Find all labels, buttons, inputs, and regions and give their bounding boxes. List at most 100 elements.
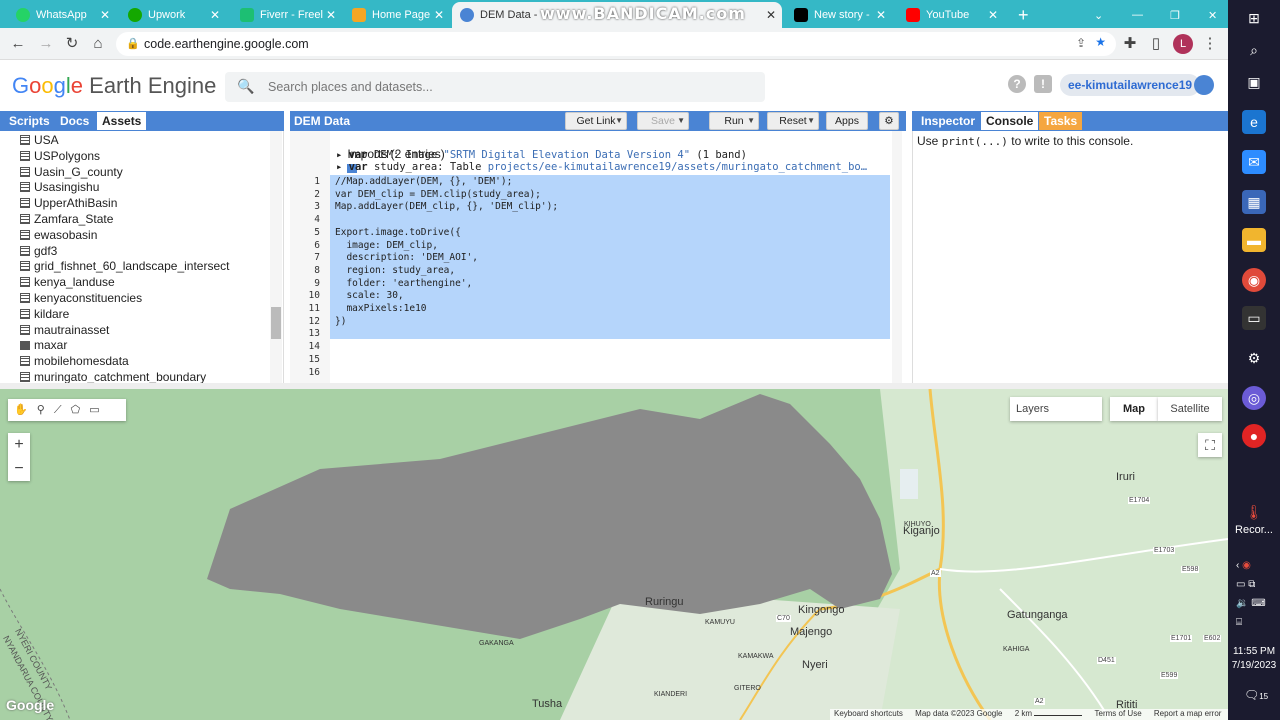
feedback-icon[interactable]: ! xyxy=(1034,75,1052,93)
apps-button[interactable]: Apps xyxy=(826,112,868,130)
close-icon[interactable]: ✕ xyxy=(988,8,998,22)
asset-item[interactable]: UpperAthiBasin xyxy=(20,196,117,212)
asset-item[interactable]: grid_fishnet_60_landscape_intersect xyxy=(20,259,229,275)
tab-assets[interactable]: Assets xyxy=(97,112,147,130)
import-line-dem[interactable]: ▸ var DEM: Image "SRTM Digital Elevation… xyxy=(336,149,747,161)
close-icon[interactable]: ✕ xyxy=(766,8,776,22)
user-account[interactable]: ee-kimutailawrence19 xyxy=(1060,74,1201,96)
forward-arrow-icon[interactable]: → xyxy=(36,34,56,54)
get-link-button[interactable]: Get Link ▼ xyxy=(565,112,627,130)
restore-icon[interactable]: ❐ xyxy=(1162,2,1182,28)
chrome-icon[interactable]: ◉ xyxy=(1242,268,1266,292)
tab-youtube[interactable]: YouTube ✕ xyxy=(898,2,1004,28)
import-line-study-area[interactable]: ▸ var study_area: Table projects/ee-kimu… xyxy=(336,161,867,173)
rectangle-icon[interactable]: ▭ xyxy=(89,404,99,416)
tab-docs[interactable]: Docs xyxy=(55,112,94,130)
asset-item[interactable]: Uasin_G_county xyxy=(20,165,123,181)
minimize-icon[interactable]: — xyxy=(1124,2,1144,28)
polygon-icon[interactable]: ⬠ xyxy=(71,404,81,416)
save-button[interactable]: Save ▼ xyxy=(637,112,689,130)
code-line[interactable]: scale: 30, xyxy=(335,290,403,301)
edge-icon[interactable]: e xyxy=(1242,110,1266,134)
map-type-satellite[interactable]: Satellite xyxy=(1158,397,1222,421)
asset-item[interactable]: kenyaconstituencies xyxy=(20,291,142,307)
zoom-out-button[interactable]: − xyxy=(8,457,30,481)
google-earth-engine-logo[interactable]: Google Earth Engine xyxy=(12,73,216,99)
fullscreen-icon[interactable]: ⛶ xyxy=(1198,433,1222,457)
battery-icon[interactable]: ▭ ⧉ xyxy=(1236,575,1266,594)
asset-item[interactable]: maxar xyxy=(20,338,67,354)
mail-icon[interactable]: ✉ xyxy=(1242,150,1266,174)
task-view-icon[interactable]: ▣ xyxy=(1242,70,1266,94)
code-line[interactable]: //Map.addLayer(DEM, {}, 'DEM'); xyxy=(335,176,512,187)
marker-icon[interactable]: ⚲ xyxy=(37,404,45,416)
settings-gear-icon[interactable]: ⚙ xyxy=(1242,346,1266,370)
asset-item[interactable]: Usasingishu xyxy=(20,180,99,196)
sidebar-icon[interactable]: ▯ xyxy=(1146,34,1166,54)
folder-icon[interactable]: ▬ xyxy=(1242,228,1266,252)
code-line[interactable]: Map.addLayer(DEM_clip, {}, 'DEM_clip'); xyxy=(335,201,558,212)
tab-scripts[interactable]: Scripts xyxy=(4,112,55,130)
chevron-left-icon[interactable]: ‹ ◉ xyxy=(1236,556,1266,575)
clock[interactable]: 11:55 PM 7/19/2023 xyxy=(1228,645,1280,673)
zoom-in-button[interactable]: + xyxy=(8,433,30,457)
search-box[interactable]: 🔍 Search places and datasets... xyxy=(225,72,765,102)
network-icon[interactable]: ⌸ xyxy=(1236,613,1266,632)
reset-button[interactable]: Reset ▼ xyxy=(767,112,819,130)
map-type-map[interactable]: Map xyxy=(1110,397,1158,421)
url-field[interactable]: 🔒 code.earthengine.google.com ⇪ ★ xyxy=(116,32,1116,56)
asset-item[interactable]: kildare xyxy=(20,307,69,323)
code-line[interactable]: maxPixels:1e10 xyxy=(335,303,426,314)
help-icon[interactable]: ? xyxy=(1008,75,1026,93)
close-icon[interactable]: ✕ xyxy=(876,8,886,22)
terminal-icon[interactable]: ▭ xyxy=(1242,306,1266,330)
code-line[interactable]: }) xyxy=(335,316,346,327)
home-icon[interactable]: ⌂ xyxy=(88,34,108,54)
tab-console[interactable]: Console xyxy=(981,112,1039,130)
recorder-icon[interactable]: 🌡 xyxy=(1242,500,1266,524)
notifications-icon[interactable]: 🗨15 xyxy=(1244,688,1268,702)
tab-inspector[interactable]: Inspector xyxy=(916,112,980,130)
hand-icon[interactable]: ✋ xyxy=(14,404,28,416)
windows-start-icon[interactable]: ⊞ xyxy=(1242,6,1266,30)
asset-list-scrollbar[interactable] xyxy=(270,131,282,383)
chevron-down-icon[interactable]: ⌄ xyxy=(1086,2,1106,28)
chevron-down-icon[interactable]: ▼ xyxy=(747,113,755,129)
tab-medium[interactable]: New story - ✕ xyxy=(786,2,892,28)
tab-upwork[interactable]: Upwork ✕ xyxy=(120,2,226,28)
menu-dots-icon[interactable]: ⋮ xyxy=(1200,34,1220,54)
record-icon[interactable]: ● xyxy=(1242,424,1266,448)
code-editor[interactable]: Imports (2 entries) ▸ var DEM: Image "SR… xyxy=(290,131,906,383)
code-line[interactable]: image: DEM_clip, xyxy=(335,240,438,251)
asset-item[interactable]: muringato_catchment_boundary xyxy=(20,370,206,383)
app-icon[interactable]: ◎ xyxy=(1242,386,1266,410)
asset-item[interactable]: ewasobasin xyxy=(20,228,97,244)
close-icon[interactable]: ✕ xyxy=(210,8,220,22)
share-icon[interactable]: ⇪ xyxy=(1076,36,1086,50)
code-line[interactable]: var DEM_clip = DEM.clip(study_area); xyxy=(335,189,541,200)
asset-item[interactable]: mautrainasset xyxy=(20,323,109,339)
tab-whatsapp[interactable]: WhatsApp ✕ xyxy=(8,2,116,28)
extensions-icon[interactable]: ✚ xyxy=(1120,34,1140,54)
keyboard-shortcuts-link[interactable]: Keyboard shortcuts xyxy=(834,709,903,718)
asset-item[interactable]: USA xyxy=(20,133,59,149)
store-icon[interactable]: ▦ xyxy=(1242,190,1266,214)
report-error-link[interactable]: Report a map error xyxy=(1154,709,1222,718)
close-icon[interactable]: ✕ xyxy=(326,8,336,22)
avatar[interactable] xyxy=(1194,75,1214,95)
close-icon[interactable]: ✕ xyxy=(100,8,110,22)
editor-scrollbar[interactable] xyxy=(892,131,902,383)
scroll-thumb[interactable] xyxy=(271,307,281,339)
tab-tasks[interactable]: Tasks xyxy=(1039,112,1083,130)
profile-avatar[interactable]: L xyxy=(1173,34,1193,54)
chevron-down-icon[interactable]: ▼ xyxy=(615,113,623,129)
reload-icon[interactable]: ↻ xyxy=(62,34,82,54)
tab-home-page[interactable]: Home Page ✕ xyxy=(344,2,450,28)
layers-button[interactable]: Layers xyxy=(1010,397,1102,421)
chevron-down-icon[interactable]: ▼ xyxy=(807,113,815,129)
volume-icon[interactable]: 🔉 ⌨ xyxy=(1236,594,1266,613)
star-icon[interactable]: ★ xyxy=(1095,35,1106,49)
chevron-down-icon[interactable]: ▼ xyxy=(677,113,685,129)
asset-item[interactable]: kenya_landuse xyxy=(20,275,115,291)
map-canvas[interactable]: Iruri KIHUYO Kiganjo Gatunganga Majengo Nyeri… xyxy=(0,389,1228,720)
